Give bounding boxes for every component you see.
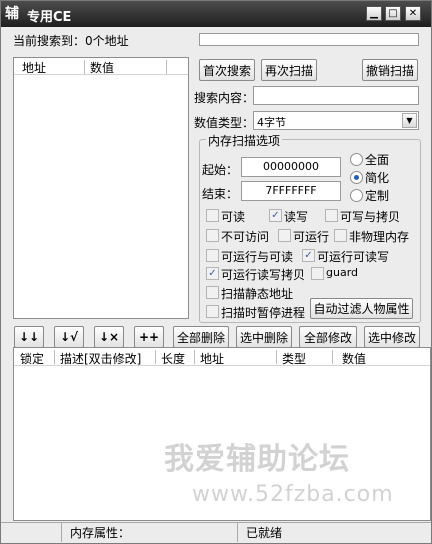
radio-custom-label[interactable]: 定制 <box>365 187 389 204</box>
exec-read-checkbox[interactable] <box>206 249 219 262</box>
title-bar[interactable]: 辅 专用CE ▁ □ ✕ <box>1 1 431 27</box>
column-type[interactable]: 类型 <box>282 350 306 367</box>
value-type-select[interactable]: 4字节 ▼ <box>253 111 419 130</box>
guard-label[interactable]: guard <box>326 266 358 279</box>
close-button[interactable]: ✕ <box>405 6 421 21</box>
start-address-input[interactable]: 00000000 <box>241 157 341 177</box>
static-address-label[interactable]: 扫描静态地址 <box>221 285 293 302</box>
column-value[interactable]: 数值 <box>342 350 366 367</box>
minimize-button[interactable]: ▁ <box>366 6 382 21</box>
column-address[interactable]: 地址 <box>200 350 224 367</box>
exec-readwrite-checkbox[interactable]: ✓ <box>302 249 315 262</box>
readwrite-label[interactable]: 读写 <box>284 208 308 225</box>
pause-process-label[interactable]: 扫描时暂停进程 <box>221 304 305 321</box>
statusbar-ready: 已就绪 <box>237 522 431 542</box>
column-address[interactable]: 地址 <box>22 59 46 76</box>
statusbar-cell-empty <box>1 522 61 542</box>
start-address-label: 起始： <box>202 163 239 177</box>
window-title: 专用CE <box>27 10 72 25</box>
undo-scan-button[interactable]: 撤销扫描 <box>362 59 418 81</box>
app-icon: 辅 <box>5 6 19 22</box>
auto-filter-button[interactable]: 自动过滤人物属性 <box>310 298 413 319</box>
remove-down-button[interactable]: ↓× <box>94 326 124 348</box>
address-list[interactable]: 地址 数值 <box>13 57 189 319</box>
column-value[interactable]: 数值 <box>90 59 114 76</box>
add-address-button[interactable]: ++ <box>134 326 164 348</box>
cheat-table[interactable]: 锁定 描述[双击修改] 长度 地址 类型 数值 我爱辅助论坛 www.52fzb… <box>13 347 431 521</box>
end-address-input[interactable]: 7FFFFFFF <box>241 181 341 201</box>
watermark-url: www.52fzba.com <box>192 482 394 507</box>
column-description[interactable]: 描述[双击修改] <box>60 350 141 367</box>
search-content-label: 搜索内容： <box>194 91 255 105</box>
value-type-selected: 4字节 <box>257 116 286 129</box>
executable-label[interactable]: 可运行 <box>293 228 329 245</box>
add-all-down-button[interactable]: ↓↓ <box>14 326 44 348</box>
pause-process-checkbox[interactable] <box>206 305 219 318</box>
watermark-title: 我爱辅助论坛 <box>164 442 350 477</box>
noaccess-label[interactable]: 不可访问 <box>221 228 269 245</box>
guard-checkbox[interactable] <box>311 267 324 280</box>
nonphysical-label[interactable]: 非物理内存 <box>349 228 409 245</box>
writecopy-label[interactable]: 可写与拷贝 <box>340 208 400 225</box>
memory-scan-options-title: 内存扫描选项 <box>206 132 283 149</box>
readable-label[interactable]: 可读 <box>221 208 245 225</box>
executable-checkbox[interactable] <box>278 229 291 242</box>
statusbar-memory-attr: 内存属性： <box>61 522 237 542</box>
maximize-button[interactable]: □ <box>385 6 401 21</box>
readable-checkbox[interactable] <box>206 209 219 222</box>
end-address-label: 结束： <box>202 187 239 201</box>
scan-progress-bar <box>199 33 419 46</box>
static-address-checkbox[interactable] <box>206 286 219 299</box>
cheat-table-header: 锁定 描述[双击修改] 长度 地址 类型 数值 <box>14 348 430 366</box>
exec-read-label[interactable]: 可运行与可读 <box>221 248 293 265</box>
address-list-header: 地址 数值 <box>14 58 188 75</box>
exec-rw-copy-checkbox[interactable]: ✓ <box>206 267 219 280</box>
exec-readwrite-label[interactable]: 可运行可读写 <box>317 248 389 265</box>
main-window: 辅 专用CE ▁ □ ✕ 当前搜索到：0个地址 地址 数值 首次搜索 再次扫描 … <box>0 0 432 544</box>
radio-simplified[interactable] <box>350 171 363 184</box>
add-checked-down-button[interactable]: ↓√ <box>54 326 84 348</box>
delete-all-button[interactable]: 全部删除 <box>173 326 229 348</box>
exec-rw-copy-label[interactable]: 可运行读写拷贝 <box>221 266 305 283</box>
radio-full[interactable] <box>350 153 363 166</box>
chevron-down-icon[interactable]: ▼ <box>402 113 417 128</box>
writecopy-checkbox[interactable] <box>325 209 338 222</box>
first-scan-button[interactable]: 首次搜索 <box>199 59 255 81</box>
radio-custom[interactable] <box>350 189 363 202</box>
noaccess-checkbox[interactable] <box>206 229 219 242</box>
column-length[interactable]: 长度 <box>161 350 185 367</box>
modify-selected-button[interactable]: 选中修改 <box>364 326 420 348</box>
radio-full-label[interactable]: 全面 <box>365 151 389 168</box>
delete-selected-button[interactable]: 选中删除 <box>236 326 292 348</box>
radio-simplified-label[interactable]: 简化 <box>365 169 389 186</box>
readwrite-checkbox[interactable]: ✓ <box>269 209 282 222</box>
column-lock[interactable]: 锁定 <box>20 350 44 367</box>
scan-result-count: 当前搜索到：0个地址 <box>13 34 129 48</box>
search-input[interactable] <box>253 86 419 105</box>
value-type-label: 数值类型： <box>194 116 255 130</box>
nonphysical-checkbox[interactable] <box>334 229 347 242</box>
modify-all-button[interactable]: 全部修改 <box>299 326 357 348</box>
next-scan-button[interactable]: 再次扫描 <box>261 59 317 81</box>
